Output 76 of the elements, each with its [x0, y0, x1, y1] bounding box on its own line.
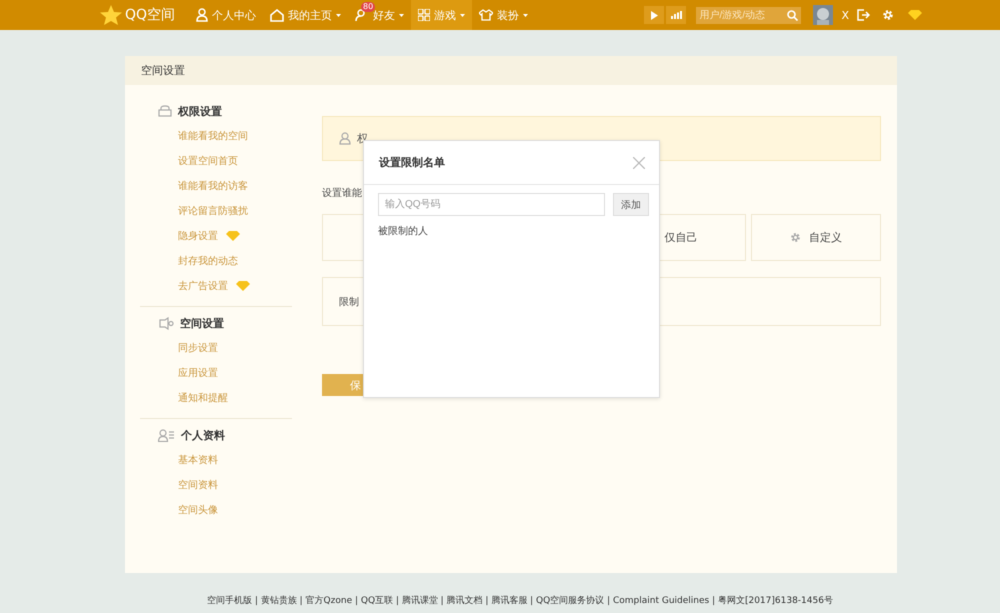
shirt-icon — [479, 9, 494, 21]
close-icon[interactable] — [633, 156, 645, 168]
sidebar-item[interactable]: 设置空间首页 — [140, 148, 292, 173]
limit-label: 限制 — [339, 296, 359, 308]
lock-icon — [158, 105, 172, 117]
access-option[interactable]: 自定义 — [751, 214, 881, 261]
sidebar-item[interactable]: 空间资料 — [140, 472, 292, 497]
logo-text: QQ空间 — [125, 6, 176, 24]
heading-text: 权限设置 — [178, 104, 222, 118]
item-label: 评论留言防骚扰 — [178, 204, 248, 218]
search-icon — [787, 10, 798, 20]
profile-icon — [158, 428, 175, 442]
count-badge: 80 — [361, 2, 376, 12]
diamond-icon — [226, 230, 240, 240]
sidebar-item[interactable]: 隐身设置 — [140, 223, 292, 248]
heading-text: 空间设置 — [180, 316, 224, 330]
sidebar-item[interactable]: 去广告设置 — [140, 273, 292, 298]
person-icon — [196, 8, 208, 22]
person-icon — [339, 132, 351, 145]
item-label: 谁能看我的访客 — [178, 180, 248, 192]
qq-number-field[interactable]: 输入QQ号码 — [378, 193, 606, 216]
item-label: 同步设置 — [178, 342, 218, 354]
option-label: 仅自己 — [664, 230, 698, 245]
sidebar-item[interactable]: 应用设置 — [140, 360, 292, 385]
item-label: 通知和提醒 — [178, 392, 228, 404]
sidebar-item[interactable]: 通知和提醒 — [140, 385, 292, 410]
qzone-logo[interactable]: QQ空间 — [100, 5, 176, 25]
option-label: 自定义 — [809, 230, 842, 245]
restricted-list-label: 被限制的人 — [378, 224, 429, 238]
item-label: 隐身设置 — [178, 230, 218, 242]
logout-icon[interactable] — [857, 9, 870, 21]
avatar[interactable] — [813, 5, 834, 25]
nav-item[interactable]: 装扮 — [472, 0, 536, 30]
sidebar-item[interactable]: 空间头像 — [140, 497, 292, 522]
nav-item[interactable]: 我的主页 — [263, 0, 348, 30]
nav-label: 我的主页 — [288, 8, 332, 22]
item-label: 设置空间首页 — [178, 154, 238, 168]
sidebar-item[interactable]: 同步设置 — [140, 335, 292, 360]
play-icon — [650, 10, 658, 20]
panel-title: 空间设置 — [125, 56, 897, 85]
diamond-icon — [236, 280, 250, 290]
nav-label: 个人中心 — [212, 8, 256, 22]
sidebar-item[interactable]: 基本资料 — [140, 447, 292, 472]
footer-links: 空间手机版 | 黄钻贵族 | 官方Qzone | QQ互联 | 腾讯课堂 | 腾讯文档 | 腾讯客服 | QQ空间服务协议 | Complaint Guidelines | 粤网文[2017]6138-1456号 — [206, 594, 834, 607]
settings-icon[interactable] — [882, 9, 894, 21]
play-button[interactable] — [644, 6, 664, 24]
bar-chart-icon — [670, 11, 682, 19]
grid-icon — [418, 9, 430, 21]
nav-label: 装扮 — [497, 8, 520, 22]
diamond-icon — [908, 10, 922, 20]
megaphone-icon — [158, 316, 174, 330]
access-label: 设置谁能 — [322, 186, 363, 200]
sidebar-item[interactable]: 谁能看我的访客 — [140, 173, 292, 198]
house-icon — [270, 8, 284, 22]
item-label: 应用设置 — [178, 366, 218, 380]
sidebar-item[interactable]: 评论留言防骚扰 — [140, 198, 292, 223]
dialog-title: 设置限制名单 — [379, 155, 445, 170]
item-label: 基本资料 — [178, 454, 218, 466]
sidebar-item[interactable]: 谁能看我的空间 — [140, 123, 292, 148]
item-label: 空间头像 — [178, 504, 218, 516]
nav-label: 好友 — [373, 8, 396, 22]
item-label: 谁能看我的空间 — [178, 130, 248, 142]
user-name[interactable]: X — [841, 8, 849, 22]
nav-item[interactable]: 80 好友 — [348, 0, 412, 30]
chart-button[interactable] — [666, 6, 686, 24]
settings-icon — [790, 232, 802, 243]
star-icon — [100, 5, 122, 25]
sidebar-item[interactable]: 封存我的动态 — [140, 248, 292, 273]
nav-label: 游戏 — [434, 8, 456, 22]
heading-text: 个人资料 — [181, 428, 225, 442]
nav-item[interactable]: 个人中心 — [189, 0, 264, 30]
item-label: 空间资料 — [178, 478, 218, 492]
item-label: 去广告设置 — [178, 280, 228, 292]
item-label: 封存我的动态 — [178, 254, 238, 268]
nav-item[interactable]: 游戏 — [411, 0, 472, 30]
add-button[interactable]: 添加 — [613, 193, 649, 216]
